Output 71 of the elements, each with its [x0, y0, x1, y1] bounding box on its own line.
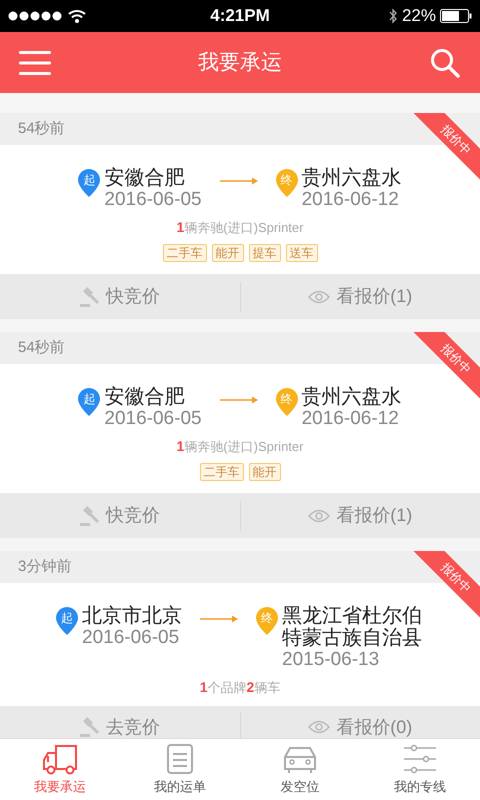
bid-button[interactable]: 去竞价 [0, 712, 240, 738]
pin-icon [276, 388, 298, 416]
battery-percent: 22% [402, 5, 436, 28]
tag: 能开 [212, 244, 244, 262]
place-name: 贵州六盘水 [302, 167, 402, 189]
pin-label: 终 [261, 611, 273, 625]
menu-icon [19, 50, 51, 76]
date-text: 2016-06-12 [302, 408, 400, 430]
truck-icon [42, 742, 78, 775]
arrow-icon [220, 176, 258, 186]
tag: 二手车 [200, 463, 244, 481]
bid-button[interactable]: 快竞价 [0, 282, 240, 312]
date-text: 2016-06-12 [302, 189, 400, 211]
posted-time: 54秒前 [18, 118, 65, 139]
count-number: 1 [176, 218, 184, 237]
summary-text: 个品牌 [208, 679, 246, 697]
count-number: 2 [246, 678, 254, 697]
pin-icon [256, 607, 278, 635]
date-text: 2016-06-05 [82, 627, 180, 649]
gavel-icon [80, 286, 100, 306]
posted-time: 54秒前 [18, 338, 65, 358]
eye-icon [308, 290, 330, 304]
pin-icon [78, 388, 100, 416]
place-name: 安徽合肥 [104, 167, 186, 189]
pin-label: 终 [280, 392, 293, 406]
wifi-icon [68, 9, 86, 23]
page-title: 我要承运 [198, 50, 282, 76]
place-name: 贵州六盘水 [302, 386, 402, 408]
count-number: 1 [200, 678, 208, 697]
summary-text: 辆奔驰(进口)Sprinter [184, 219, 304, 237]
pin-icon [276, 169, 298, 197]
date-text: 2016-06-05 [104, 189, 202, 211]
date-text: 2016-06-05 [104, 408, 202, 430]
arrow-icon [220, 395, 258, 405]
search-icon [430, 48, 460, 78]
pin-label: 起 [83, 173, 96, 187]
tag: 能开 [248, 463, 280, 481]
pin-label: 起 [61, 611, 73, 625]
bluetooth-icon [388, 8, 398, 24]
place-name: 北京市北京 [82, 605, 182, 627]
tab[interactable]: 发空位 [240, 739, 360, 800]
gavel-icon [80, 717, 100, 737]
view-quotes-button[interactable]: 看报价(0) [240, 712, 480, 738]
eye-icon [308, 720, 330, 734]
count-number: 1 [176, 437, 184, 456]
view-quotes-button[interactable]: 看报价(1) [240, 500, 480, 530]
status-time: 4:21PM [210, 5, 270, 28]
tag: 送车 [286, 244, 318, 262]
eye-icon [308, 508, 330, 522]
pin-icon [78, 169, 100, 197]
arrow-icon [200, 614, 238, 624]
tab[interactable]: 我要承运 [0, 739, 120, 800]
tag: 二手车 [162, 244, 206, 262]
tag: 提车 [248, 244, 280, 262]
posted-time: 3分钟前 [18, 556, 72, 577]
battery-icon [440, 8, 472, 24]
place-name: 安徽合肥 [104, 386, 186, 408]
sliders-icon [402, 742, 438, 775]
date-text: 2015-06-13 [282, 649, 380, 671]
gavel-icon [80, 506, 100, 526]
summary-text: 辆奔驰(进口)Sprinter [184, 438, 304, 456]
place-name: 黑龙江省杜尔伯特蒙古族自治县 [282, 605, 423, 649]
view-quotes-button[interactable]: 看报价(1) [240, 282, 480, 312]
summary-text: 辆车 [254, 679, 280, 697]
tab[interactable]: 我的运单 [120, 739, 240, 800]
signal-icon [8, 11, 64, 21]
pin-label: 终 [280, 173, 293, 187]
pin-label: 起 [83, 392, 96, 406]
pin-icon [56, 607, 78, 635]
tab[interactable]: 我的专线 [360, 739, 480, 800]
bid-button[interactable]: 快竞价 [0, 500, 240, 530]
